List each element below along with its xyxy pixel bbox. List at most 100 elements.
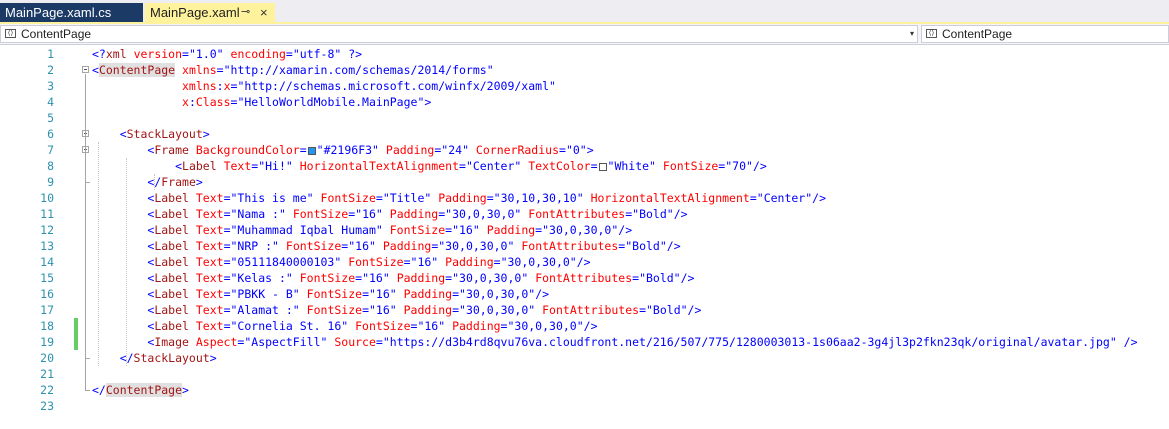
code-token: "24" xyxy=(441,143,469,157)
code-line[interactable]: 15 <Label Text="Kelas :" FontSize="16" P… xyxy=(0,270,1169,286)
code-line[interactable]: 19 <Image Aspect="AspectFill" Source="ht… xyxy=(0,334,1169,350)
code-token: "Cornelia St. 16" xyxy=(230,319,349,333)
code-editor[interactable]: 1 <?xml version="1.0" encoding="utf-8" ?>… xyxy=(0,45,1169,429)
code-token: : xyxy=(188,95,196,109)
line-number: 4 xyxy=(47,95,54,109)
code-token: "05111840000103" xyxy=(230,255,342,269)
code-token: ?> xyxy=(341,47,363,61)
code-token: xmlns xyxy=(175,63,217,77)
code-line[interactable]: 5 xyxy=(0,110,1169,126)
code-token: Padding xyxy=(389,271,446,285)
change-marker xyxy=(74,318,78,334)
code-token: "16" xyxy=(410,255,439,269)
line-number: 14 xyxy=(40,255,54,269)
code-token: /> xyxy=(752,159,767,173)
code-token: Text xyxy=(188,271,224,285)
code-token: Label xyxy=(182,159,217,173)
code-token: "16" xyxy=(452,223,480,237)
code-token: < xyxy=(92,207,155,221)
code-token: FontAttributes xyxy=(528,271,633,285)
code-token: Text xyxy=(188,239,224,253)
code-token: version xyxy=(126,47,183,61)
code-line[interactable]: 11 <Label Text="Nama :" FontSize="16" Pa… xyxy=(0,206,1169,222)
code-line[interactable]: 23 xyxy=(0,398,1169,414)
code-line[interactable]: 13 <Label Text="NRP :" FontSize="16" Pad… xyxy=(0,238,1169,254)
code-token: /> xyxy=(687,303,702,317)
code-token: = xyxy=(223,271,231,285)
code-token: = xyxy=(223,239,231,253)
code-line[interactable]: 3 xmlns:x="http://schemas.microsoft.com/… xyxy=(0,78,1169,94)
code-token: = xyxy=(639,303,646,317)
close-icon[interactable]: × xyxy=(260,3,268,22)
code-line[interactable]: 9 </Frame> xyxy=(0,174,1169,190)
code-token: "16" xyxy=(417,319,446,333)
code-token: /> xyxy=(583,319,598,333)
type-dropdown[interactable]: ⟨⟩ ContentPage ▾ xyxy=(0,25,918,43)
code-text: <Label Text="Cornelia St. 16" FontSize="… xyxy=(92,318,598,334)
code-token: "Alamat :" xyxy=(230,303,300,317)
code-line[interactable]: 12 <Label Text="Muhammad Iqbal Humam" Fo… xyxy=(0,222,1169,238)
line-number: 12 xyxy=(40,223,54,237)
code-token: < xyxy=(92,303,155,317)
code-line[interactable]: 10 <Label Text="This is me" FontSize="Ti… xyxy=(0,190,1169,206)
line-number: 17 xyxy=(40,303,54,317)
code-line[interactable]: 7 <Frame BackgroundColor= "#2196F3" Paddi… xyxy=(0,142,1169,158)
code-token: BackgroundColor xyxy=(188,143,300,157)
code-token: x xyxy=(223,79,231,93)
code-token: HorizontalTextAlignment xyxy=(583,191,750,205)
chevron-down-icon[interactable]: ▾ xyxy=(910,26,914,42)
code-line[interactable]: 17 <Label Text="Alamat :" FontSize="16" … xyxy=(0,302,1169,318)
line-number: 9 xyxy=(47,175,54,189)
code-token: = xyxy=(216,63,224,77)
code-line[interactable]: 6 <StackLayout> xyxy=(0,126,1169,142)
code-token: > xyxy=(586,143,594,157)
tab-mainpage-xaml[interactable]: MainPage.xaml ⊸ × xyxy=(145,3,275,24)
code-token: "30,0,30,0" xyxy=(507,319,584,333)
collapse-icon[interactable] xyxy=(82,66,89,73)
code-token: = xyxy=(375,335,383,349)
code-token: "30,10,30,10" xyxy=(493,191,584,205)
code-line[interactable]: 20 </StackLayout> xyxy=(0,350,1169,366)
code-token: "http://schemas.microsoft.com/winfx/2009… xyxy=(237,79,556,93)
code-line[interactable]: 18 <Label Text="Cornelia St. 16" FontSiz… xyxy=(0,318,1169,334)
line-number: 8 xyxy=(47,159,54,173)
code-line[interactable]: 2 <ContentPage xmlns="http://xamarin.com/… xyxy=(0,62,1169,78)
code-token: "30,0,30,0" xyxy=(459,303,536,317)
code-line[interactable]: 16 <Label Text="PBKK - B" FontSize="16" … xyxy=(0,286,1169,302)
code-token: "White" xyxy=(607,159,656,173)
code-token: Text xyxy=(188,303,224,317)
code-text: xmlns:x="http://schemas.microsoft.com/wi… xyxy=(92,78,556,94)
code-token: < xyxy=(92,271,155,285)
code-token: Text xyxy=(216,159,252,173)
color-swatch xyxy=(598,163,607,171)
indent-guide xyxy=(126,158,127,366)
code-token: "1.0" xyxy=(188,47,224,61)
color-swatch xyxy=(307,147,316,155)
xaml-element-icon: ⟨⟩ xyxy=(5,29,16,38)
document-tab-bar: MainPage.xaml.cs MainPage.xaml ⊸ × xyxy=(0,0,1169,24)
code-line[interactable]: 14 <Label Text="05111840000103" FontSize… xyxy=(0,254,1169,270)
code-line[interactable]: 4 x:Class="HelloWorldMobile.MainPage"> xyxy=(0,94,1169,110)
pin-icon[interactable]: ⊸ xyxy=(241,3,250,22)
indent-guide xyxy=(154,174,155,190)
code-token: FontAttributes xyxy=(521,207,626,221)
fold-guide-end xyxy=(85,358,90,359)
code-token: HorizontalTextAlignment xyxy=(292,159,459,173)
code-line[interactable]: 22 </ContentPage> xyxy=(0,382,1169,398)
code-token: > xyxy=(182,383,189,397)
member-dropdown[interactable]: ⟨⟩ ContentPage xyxy=(921,25,1169,43)
code-token: /> xyxy=(666,239,681,253)
code-line[interactable]: 21 xyxy=(0,366,1169,382)
code-token: xmlns xyxy=(92,79,217,93)
code-token: /> xyxy=(576,255,591,269)
code-line[interactable]: 1 <?xml version="1.0" encoding="utf-8" ?> xyxy=(0,46,1169,62)
type-dropdown-value: ContentPage xyxy=(21,27,92,41)
code-token: = xyxy=(223,191,231,205)
code-line[interactable]: 8 <Label Text = "Hi!" HorizontalTextAlignm… xyxy=(0,158,1169,174)
code-token: = xyxy=(452,303,460,317)
code-token: "30,0,30,0" xyxy=(500,255,577,269)
tab-mainpage-xaml-cs[interactable]: MainPage.xaml.cs xyxy=(0,3,143,22)
code-token: FontSize xyxy=(382,223,446,237)
code-token: < xyxy=(92,63,99,77)
code-token: /> xyxy=(618,223,633,237)
